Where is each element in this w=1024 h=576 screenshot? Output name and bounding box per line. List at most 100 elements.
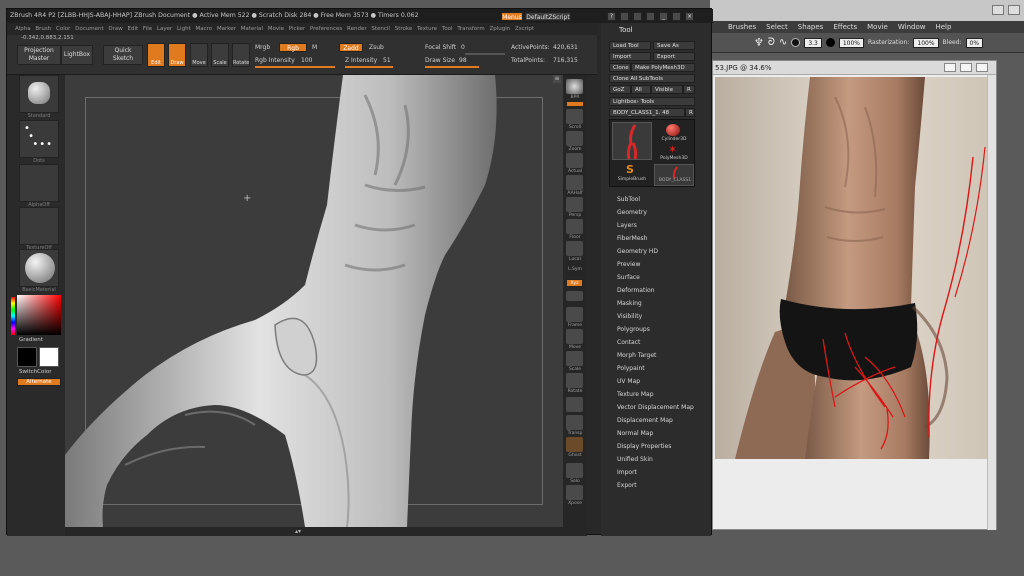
section-display-properties[interactable]: Display Properties xyxy=(617,443,671,450)
aahalf-icon[interactable] xyxy=(566,175,583,190)
tool-r-button[interactable]: R xyxy=(685,108,695,117)
layout-icon-2[interactable] xyxy=(633,11,642,21)
export-button[interactable]: Export xyxy=(653,52,695,61)
xyz-button[interactable]: Xyz xyxy=(566,279,583,287)
ghost-icon[interactable] xyxy=(566,437,583,452)
section-fibermesh[interactable]: FiberMesh xyxy=(617,235,647,242)
doc-close-icon[interactable] xyxy=(976,63,988,72)
xpose-icon[interactable] xyxy=(566,485,583,500)
clone-all-subtools-button[interactable]: Clone All SubTools xyxy=(609,74,695,83)
z-intensity-value[interactable]: 51 xyxy=(383,57,391,64)
section-displacement-map[interactable]: Displacement Map xyxy=(617,417,673,424)
section-visibility[interactable]: Visibility xyxy=(617,313,642,320)
floor-icon[interactable] xyxy=(566,219,583,234)
close-icon[interactable] xyxy=(1008,5,1020,15)
menu-stroke[interactable]: Stroke xyxy=(395,26,413,32)
spix-slider[interactable] xyxy=(567,102,583,106)
section-masking[interactable]: Masking xyxy=(617,300,642,307)
section-layers[interactable]: Layers xyxy=(617,222,637,229)
menu-help[interactable]: Help xyxy=(935,23,951,31)
mrgb-toggle[interactable]: Mrgb xyxy=(255,44,270,51)
menu-file[interactable]: File xyxy=(143,26,152,32)
import-button[interactable]: Import xyxy=(609,52,651,61)
menu-stencil[interactable]: Stencil xyxy=(371,26,390,32)
lsym-caption[interactable]: L.Sym xyxy=(563,267,587,272)
section-geometry-hd[interactable]: Geometry HD xyxy=(617,248,658,255)
cylinder3d-thumbnail[interactable]: Cylinder3D xyxy=(654,122,694,144)
simplebrush-thumbnail[interactable]: S SimpleBrush xyxy=(612,164,652,186)
menu-shapes[interactable]: Shapes xyxy=(798,23,824,31)
menu-render[interactable]: Render xyxy=(347,26,367,32)
brush-variant-icon-2[interactable]: ∿ xyxy=(779,37,787,48)
main-color-swatch[interactable] xyxy=(17,347,37,367)
solo-icon[interactable] xyxy=(566,463,583,478)
stroke-thumbnail[interactable]: • • ••• xyxy=(19,120,59,158)
material-thumbnail[interactable] xyxy=(19,249,59,287)
sculpt-model[interactable]: + xyxy=(65,75,563,527)
menu-movie[interactable]: Movie xyxy=(867,23,888,31)
zoom-field[interactable]: 100% xyxy=(838,37,865,48)
menu-material[interactable]: Material xyxy=(241,26,263,32)
focal-shift-value[interactable]: 0 xyxy=(461,44,465,51)
actual-icon[interactable] xyxy=(566,153,583,168)
alpha-thumbnail[interactable] xyxy=(19,164,59,202)
layout-icon[interactable] xyxy=(620,11,629,21)
menu-edit[interactable]: Edit xyxy=(128,26,139,32)
menus-button[interactable]: Menus xyxy=(501,12,523,21)
body-tool-thumbnail[interactable] xyxy=(612,122,652,160)
polyf-icon[interactable] xyxy=(566,397,583,412)
zsub-toggle[interactable]: Zsub xyxy=(369,44,384,51)
persp-icon[interactable] xyxy=(566,197,583,212)
minimize-icon[interactable]: _ xyxy=(659,11,668,21)
menu-draw[interactable]: Draw xyxy=(108,26,122,32)
brush-thumbnail[interactable] xyxy=(19,75,59,113)
move-icon[interactable] xyxy=(566,329,583,344)
default-zscript-button[interactable]: DefaultZScript xyxy=(525,12,571,21)
close-icon[interactable]: × xyxy=(685,11,694,21)
menu-marker[interactable]: Marker xyxy=(217,26,236,32)
section-unified-skin[interactable]: Unified Skin xyxy=(617,456,653,463)
clone-button[interactable]: Clone xyxy=(609,63,631,72)
load-tool-button[interactable]: Load Tool xyxy=(609,41,651,50)
section-export[interactable]: Export xyxy=(617,482,637,489)
doc-restore-icon[interactable] xyxy=(960,63,972,72)
rotate-button[interactable]: Rotate xyxy=(232,43,250,67)
brush-tip-icon[interactable] xyxy=(791,38,801,47)
menu-transform[interactable]: Transform xyxy=(457,26,484,32)
goz-r-button[interactable]: R xyxy=(683,85,695,94)
section-preview[interactable]: Preview xyxy=(617,261,640,268)
goz-all-button[interactable]: All xyxy=(631,85,651,94)
section-uv-map[interactable]: UV Map xyxy=(617,378,640,385)
menu-macro[interactable]: Macro xyxy=(195,26,212,32)
section-polygroups[interactable]: Polygroups xyxy=(617,326,650,333)
bpr-icon[interactable] xyxy=(566,79,583,94)
z-intensity-slider[interactable] xyxy=(345,66,393,68)
alternate-button[interactable]: Alternate xyxy=(17,378,61,386)
menu-zscript[interactable]: Zscript xyxy=(515,26,534,32)
menu-color[interactable]: Color xyxy=(56,26,70,32)
menu-alpha[interactable]: Alpha xyxy=(15,26,31,32)
maximize-icon[interactable] xyxy=(992,5,1004,15)
menu-movie[interactable]: Movie xyxy=(268,26,284,32)
scale-icon[interactable] xyxy=(566,351,583,366)
rotate-icon[interactable] xyxy=(566,373,583,388)
draw-button[interactable]: Draw xyxy=(168,43,186,67)
menu-picker[interactable]: Picker xyxy=(289,26,305,32)
menu-effects[interactable]: Effects xyxy=(833,23,857,31)
edit-button[interactable]: Edit xyxy=(147,43,165,67)
focal-shift-slider[interactable] xyxy=(465,53,505,55)
section-normal-map[interactable]: Normal Map xyxy=(617,430,653,437)
menu-layer[interactable]: Layer xyxy=(157,26,172,32)
help-icon[interactable]: ? xyxy=(607,11,616,21)
menu-light[interactable]: Light xyxy=(177,26,191,32)
make-polymesh-button[interactable]: Make PolyMesh3D xyxy=(631,63,695,72)
section-polypaint[interactable]: Polypaint xyxy=(617,365,645,372)
vertical-scrollbar[interactable] xyxy=(987,75,996,530)
rgb-intensity-value[interactable]: 100 xyxy=(301,57,312,64)
hardness-icon[interactable] xyxy=(825,38,835,47)
document-canvas[interactable]: + ≡ xyxy=(65,75,563,527)
current-tool-name[interactable]: BODY_CLASS1_1. 48 xyxy=(609,108,685,117)
bleed-field[interactable]: 0% xyxy=(965,37,984,48)
size-field[interactable]: 3.3 xyxy=(804,37,822,48)
section-vector-displacement-map[interactable]: Vector Displacement Map xyxy=(617,404,694,411)
